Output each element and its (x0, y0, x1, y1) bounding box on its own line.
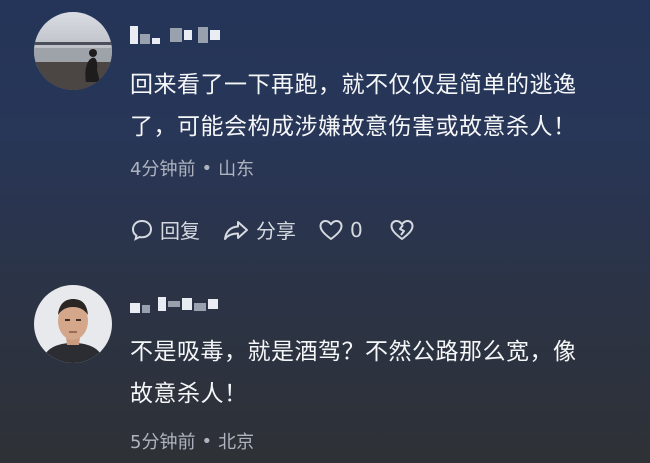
comment-text: 不是吸毒，就是酒驾？不然公路那么宽，像 故意杀人！ (130, 339, 577, 407)
comment-location: 山东 (218, 159, 255, 180)
like-count: 0 (350, 217, 363, 242)
comment-location: 北京 (218, 432, 255, 453)
avatar[interactable] (34, 285, 112, 363)
comment-item: 不是吸毒，就是酒驾？不然公路那么宽，像 故意杀人！ 5分钟前 • 北京 (0, 275, 650, 463)
reply-label: 回复 (160, 219, 200, 243)
share-button[interactable]: 分享 (222, 215, 296, 244)
comment-meta: 4分钟前 • 山东 (130, 155, 254, 181)
separator: • (201, 157, 213, 179)
comment-text: 回来看了一下再跑，就不仅仅是简单的逃逸 了，可能会构成涉嫌故意伤害或故意杀人！ (130, 72, 577, 140)
comment-time: 4分钟前 (130, 159, 196, 180)
comment-item: 回来看了一下再跑，就不仅仅是简单的逃逸 了，可能会构成涉嫌故意伤害或故意杀人！ … (0, 0, 650, 275)
comment-bubble-icon (130, 218, 154, 242)
username[interactable] (130, 293, 218, 315)
comment-time: 5分钟前 (130, 432, 196, 453)
avatar[interactable] (34, 12, 112, 90)
dislike-button[interactable] (389, 218, 415, 242)
separator: • (201, 430, 213, 452)
comment-meta: 5分钟前 • 北京 (130, 428, 254, 454)
broken-heart-icon (389, 218, 415, 242)
username[interactable] (130, 24, 220, 46)
comment-actions: 回复 分享 0 (130, 215, 415, 244)
share-label: 分享 (256, 219, 296, 243)
reply-button[interactable]: 回复 (130, 215, 200, 244)
like-button[interactable]: 0 (318, 218, 363, 242)
heart-icon (318, 218, 344, 242)
share-arrow-icon (222, 218, 250, 242)
